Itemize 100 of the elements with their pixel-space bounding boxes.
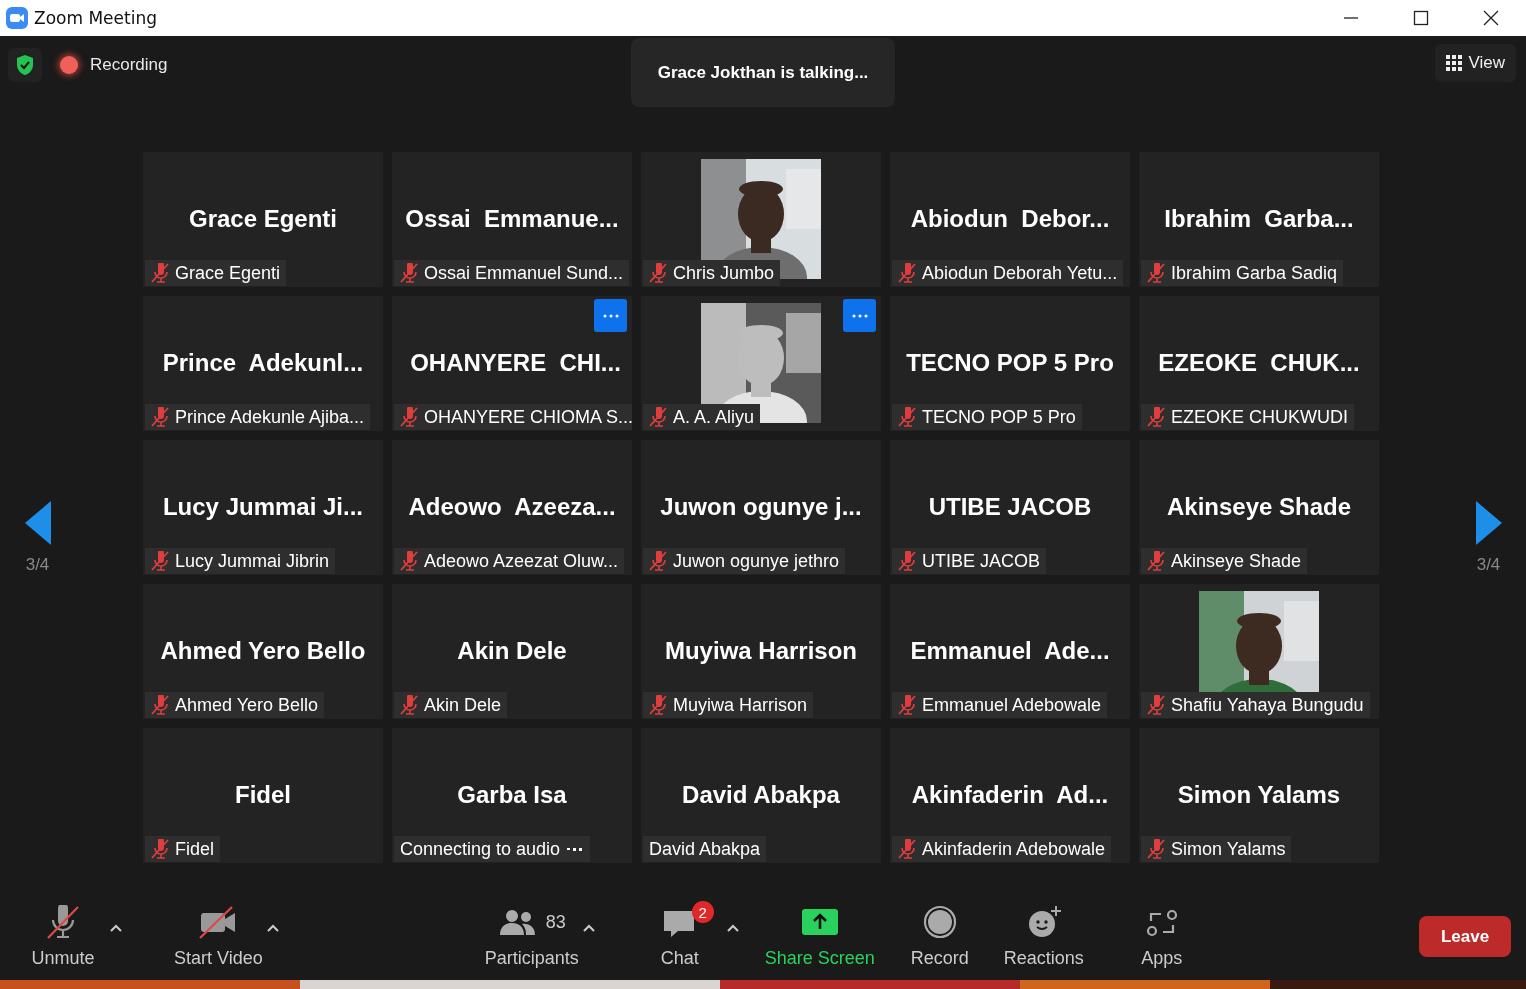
name-label: OHANYERE CHIOMA S... xyxy=(394,404,632,430)
participant-name: Akinseye Shade xyxy=(1166,492,1352,521)
video-tile[interactable]: Emmanuel Ade... Emmanuel Adebowale xyxy=(890,584,1130,719)
toolbar-button[interactable]: Start Video xyxy=(174,904,263,969)
more-icon xyxy=(851,313,868,318)
video-tile[interactable]: Garba Isa Connecting to audio xyxy=(392,728,632,863)
security-button[interactable] xyxy=(8,48,42,82)
video-tile[interactable]: Ahmed Yero Bello Ahmed Yero Bello xyxy=(143,584,383,719)
caret-icon[interactable] xyxy=(265,922,280,933)
video-tile[interactable]: Adeowo Azeeza... Adeowo Azeezat Oluw... xyxy=(392,440,632,575)
participant-name: Garba Isa xyxy=(457,780,567,809)
name-label: Adeowo Azeezat Oluw... xyxy=(394,548,625,574)
participant-name: Prince Adekunl... xyxy=(162,348,364,377)
name-label: Muyiwa Harrison xyxy=(643,692,814,718)
unread-badge: 2 xyxy=(691,901,714,923)
video-tile[interactable]: Chris Jumbo xyxy=(641,152,881,287)
participant-name: Simon Yalams xyxy=(1177,780,1341,809)
shield-icon xyxy=(15,54,35,76)
active-speaker-banner: Grace Jokthan is talking... xyxy=(631,38,895,107)
name-label: Connecting to audio xyxy=(394,836,591,862)
recording-dot-icon xyxy=(60,56,78,74)
name-label: Ibrahim Garba Sadiq xyxy=(1141,260,1344,286)
participant-name: Abiodun Debor... xyxy=(910,204,1110,233)
toolbar-button[interactable]: Unmute xyxy=(20,904,106,969)
participant-name: Fidel xyxy=(235,780,291,809)
participant-name: UTIBE JACOB xyxy=(928,492,1092,521)
name-label: Abiodun Deborah Yetu... xyxy=(892,260,1124,286)
video-tile[interactable]: Ibrahim Garba... Ibrahim Garba Sadiq xyxy=(1139,152,1379,287)
participant-name: Adeowo Azeeza... xyxy=(408,492,616,521)
participant-name: Ibrahim Garba... xyxy=(1164,204,1354,233)
name-label: Shafiu Yahaya Bungudu xyxy=(1141,692,1370,718)
name-label: Akin Dele xyxy=(394,692,508,718)
video-tile[interactable]: Grace Egenti Grace Egenti xyxy=(143,152,383,287)
maximize-icon[interactable] xyxy=(1413,10,1429,26)
name-label: Akinseye Shade xyxy=(1141,548,1308,574)
video-tile[interactable]: Fidel Fidel xyxy=(143,728,383,863)
name-label: Ossai Emmanuel Sund... xyxy=(394,260,630,286)
participant-name: Akin Dele xyxy=(457,636,567,665)
loading-dots-icon xyxy=(566,845,585,853)
video-tile[interactable]: Akinseye Shade Akinseye Shade xyxy=(1139,440,1379,575)
video-tile[interactable]: OHANYERE CHI... OHANYERE CHIOMA S... xyxy=(392,296,632,431)
page-indicator: 3/4 xyxy=(25,554,50,575)
recording-status: Recording xyxy=(90,55,168,75)
video-tile[interactable]: TECNO POP 5 Pro TECNO POP 5 Pro xyxy=(890,296,1130,431)
toolbar-button[interactable]: Apps xyxy=(1118,904,1205,969)
participant-name: Ossai Emmanue... xyxy=(405,204,619,233)
video-tile[interactable]: Muyiwa Harrison Muyiwa Harrison xyxy=(641,584,881,719)
participant-name: TECNO POP 5 Pro xyxy=(906,348,1114,377)
video-tile[interactable]: Akinfaderin Ad... Akinfaderin Adebowale xyxy=(890,728,1130,863)
grid-icon xyxy=(1446,55,1463,71)
video-tile[interactable]: Shafiu Yahaya Bungudu xyxy=(1139,584,1379,719)
name-label: UTIBE JACOB xyxy=(892,548,1047,574)
participant-name: EZEOKE CHUK... xyxy=(1158,348,1360,377)
participant-name: David Abakpa xyxy=(682,780,840,809)
participant-name: Emmanuel Ade... xyxy=(910,636,1110,665)
participant-name: Muyiwa Harrison xyxy=(664,636,857,665)
name-label: Prince Adekunle Ajiba... xyxy=(145,404,371,430)
caret-icon[interactable] xyxy=(725,922,740,933)
window-title: Zoom Meeting xyxy=(34,8,158,28)
name-label: David Abakpa xyxy=(643,836,767,862)
share-screen-button[interactable]: Share Screen xyxy=(764,904,875,969)
name-label: Emmanuel Adebowale xyxy=(892,692,1108,718)
participant-name: Juwon ogunye j... xyxy=(660,492,862,521)
previous-page-arrow[interactable] xyxy=(24,500,51,545)
leave-button[interactable]: Leave xyxy=(1419,916,1511,957)
participant-count: 83 xyxy=(545,911,566,933)
participant-name: Akinfaderin Ad... xyxy=(911,780,1109,809)
toolbar-button[interactable]: Record xyxy=(896,904,983,969)
name-label: Lucy Jummai Jibrin xyxy=(145,548,336,574)
toolbar-button[interactable]: Reactions xyxy=(1000,904,1087,969)
video-tile[interactable]: EZEOKE CHUK... EZEOKE CHUKWUDI xyxy=(1139,296,1379,431)
video-tile[interactable]: Abiodun Debor... Abiodun Deborah Yetu... xyxy=(890,152,1130,287)
caret-icon[interactable] xyxy=(581,922,596,933)
more-icon xyxy=(602,313,619,318)
toolbar-button[interactable]: 2 Chat xyxy=(636,904,723,969)
video-tile[interactable]: Akin Dele Akin Dele xyxy=(392,584,632,719)
close-icon[interactable] xyxy=(1483,10,1499,26)
name-label: Chris Jumbo xyxy=(643,260,781,286)
video-tile[interactable]: David Abakpa David Abakpa xyxy=(641,728,881,863)
next-page-arrow[interactable] xyxy=(1475,500,1502,545)
video-tile[interactable]: A. A. Aliyu xyxy=(641,296,881,431)
page-indicator: 3/4 xyxy=(1476,554,1501,575)
video-tile[interactable]: UTIBE JACOB UTIBE JACOB xyxy=(890,440,1130,575)
participant-name: Lucy Jummai Ji... xyxy=(162,492,364,521)
name-label: Akinfaderin Adebowale xyxy=(892,836,1112,862)
view-button[interactable]: View xyxy=(1435,44,1516,82)
video-tile[interactable]: Simon Yalams Simon Yalams xyxy=(1139,728,1379,863)
video-tile[interactable]: Juwon ogunye j... Juwon ogunye jethro xyxy=(641,440,881,575)
camera-icon xyxy=(6,7,28,29)
name-label: Fidel xyxy=(145,836,220,862)
caret-icon[interactable] xyxy=(109,922,123,933)
name-label: Juwon ogunye jethro xyxy=(643,548,846,574)
toolbar-button[interactable]: 83 Participants xyxy=(484,904,579,969)
name-label: Simon Yalams xyxy=(1141,836,1292,862)
video-tile[interactable]: Ossai Emmanue... Ossai Emmanuel Sund... xyxy=(392,152,632,287)
participant-name: Grace Egenti xyxy=(188,204,338,233)
name-label: A. A. Aliyu xyxy=(643,404,761,430)
video-tile[interactable]: Prince Adekunl... Prince Adekunle Ajiba... xyxy=(143,296,383,431)
video-tile[interactable]: Lucy Jummai Ji... Lucy Jummai Jibrin xyxy=(143,440,383,575)
name-label: TECNO POP 5 Pro xyxy=(892,404,1082,430)
